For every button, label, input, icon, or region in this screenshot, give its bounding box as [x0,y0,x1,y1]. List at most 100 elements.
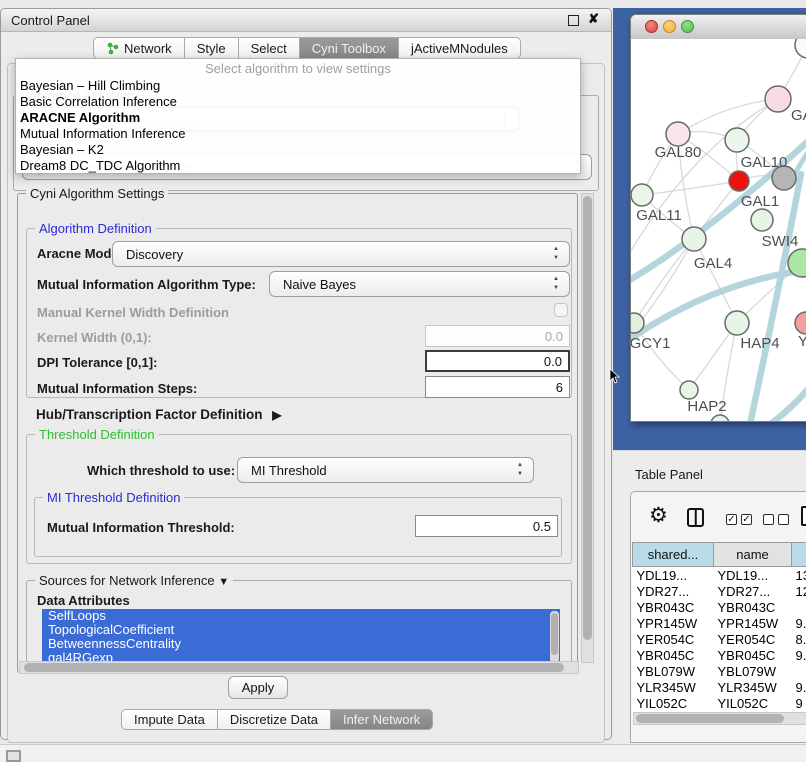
mi-steps-field[interactable]: 6 [425,376,570,398]
float-window-icon[interactable] [568,15,579,26]
minimize-traffic-light-icon[interactable] [663,20,676,33]
settings-horizontal-scrollbar[interactable] [19,661,579,674]
cell[interactable]: YDL19... [714,567,792,584]
cell[interactable]: 9. [792,615,806,631]
cell[interactable]: YBR045C [714,647,792,663]
cell[interactable]: 13 [792,567,806,584]
cell[interactable] [792,599,806,615]
node-gal80[interactable] [666,122,690,146]
checked-checkbox-icon[interactable]: ✓ [726,514,737,525]
dropdown-item-bayesian-hill-climbing[interactable]: Bayesian – Hill Climbing [16,78,580,94]
table-row[interactable]: YDR27...YDR27...12 [633,583,806,599]
table-row[interactable]: YER054CYER054C8. [633,631,806,647]
node-bottom-clipped[interactable] [711,415,729,422]
close-traffic-light-icon[interactable] [645,20,658,33]
node-hap2[interactable] [680,381,698,399]
table-horizontal-scrollbar[interactable] [633,712,806,725]
cell[interactable]: YDL19... [633,567,714,584]
attribute-list-scrollbar[interactable] [550,611,559,663]
dropdown-item-dream8[interactable]: Dream8 DC_TDC Algorithm [16,158,580,174]
table-row[interactable]: YBR043CYBR043C [633,599,806,615]
node-hap4[interactable] [725,311,749,335]
tab-impute-data[interactable]: Impute Data [121,709,218,730]
zoom-traffic-light-icon[interactable] [681,20,694,33]
apply-button[interactable]: Apply [228,676,288,699]
list-item-selfloops[interactable]: SelfLoops [42,609,560,623]
node-gal11[interactable] [631,184,653,206]
settings-horizontal-scroll-thumb[interactable] [24,663,564,672]
cell[interactable]: 9. [792,647,806,663]
table-row[interactable]: YBL079WYBL079W [633,663,806,679]
tab-network[interactable]: Network [93,37,185,59]
dpi-tolerance-field[interactable]: 0.0 [425,350,570,372]
cell[interactable]: YDR27... [714,583,792,599]
manual-kernel-width-checkbox[interactable] [554,303,568,317]
columns-icon[interactable] [687,508,704,527]
cell[interactable]: 8. [792,631,806,647]
dropdown-item-basic-correlation[interactable]: Basic Correlation Inference [16,94,580,110]
table-row[interactable]: YLR345WYLR345W9. [633,679,806,695]
table-row[interactable]: YPR145WYPR145W9. [633,615,806,631]
column-header-shared-name[interactable]: shared... [633,543,714,567]
table-row[interactable]: YDL19...YDL19...13 [633,567,806,584]
cell[interactable]: YBL079W [714,663,792,679]
dropdown-item-aracne[interactable]: ARACNE Algorithm [16,110,580,126]
node-gal10[interactable] [725,128,749,152]
settings-vertical-scrollbar[interactable] [581,193,594,663]
cell[interactable]: YBR043C [714,599,792,615]
mi-threshold-field[interactable]: 0.5 [415,515,558,537]
node-salmon[interactable] [795,312,806,334]
network-canvas[interactable]: GAL GAL80 GAL10 GAL1 GAL11 SWI4 GAL4 GCY… [631,39,806,421]
node-gal-clipped[interactable] [765,86,791,112]
collapse-down-arrow-icon[interactable]: ▼ [218,576,229,588]
cell[interactable]: YER054C [714,631,792,647]
cell[interactable]: YER054C [633,631,714,647]
cell[interactable]: YBR043C [633,599,714,615]
cell[interactable]: YLR345W [633,679,714,695]
tab-jactivemnodules[interactable]: jActiveMNodules [399,37,521,59]
mi-algorithm-type-combo[interactable]: Naive Bayes ▲▼ [269,271,570,297]
unchecked-checkbox-icon[interactable] [778,514,789,525]
document-icon[interactable] [801,506,806,526]
cell[interactable]: YLR345W [714,679,792,695]
checked-checkbox-icon[interactable]: ✓ [741,514,752,525]
cell[interactable]: YBR045C [633,647,714,663]
column-header-clipped[interactable] [792,543,806,567]
node-below-gal1[interactable] [751,209,773,231]
table-horizontal-scroll-thumb[interactable] [636,714,784,723]
tab-discretize-data[interactable]: Discretize Data [218,709,331,730]
unchecked-checkbox-icon[interactable] [763,514,774,525]
list-item-topologicalcoefficient[interactable]: TopologicalCoefficient [42,623,560,637]
dropdown-item-mutual-information[interactable]: Mutual Information Inference [16,126,580,142]
node-attribute-table[interactable]: shared... name YDL19...YDL19...13 YDR27.… [632,542,806,719]
node-gal1-selected[interactable] [729,171,749,191]
table-row[interactable]: YBR045CYBR045C9. [633,647,806,663]
aracne-mode-combo[interactable]: Discovery ▲▼ [112,241,570,267]
cell[interactable]: YPR145W [714,615,792,631]
gear-icon[interactable]: ⚙ [649,506,668,526]
which-threshold-combo[interactable]: MI Threshold ▲▼ [237,457,534,483]
data-attributes-list[interactable]: SelfLoops TopologicalCoefficient Between… [42,609,560,666]
tab-select[interactable]: Select [239,37,300,59]
cell[interactable]: 12 [792,583,806,599]
tab-style[interactable]: Style [185,37,239,59]
tab-infer-network[interactable]: Infer Network [331,709,433,730]
list-item-betweennesscentrality[interactable]: BetweennessCentrality [42,637,560,651]
column-header-name[interactable]: name [714,543,792,567]
hub-tf-definition-label[interactable]: Hub/Transcription Factor Definition ▶ [36,407,282,422]
close-icon[interactable]: ✘ [588,11,599,27]
node-gal4[interactable] [682,227,706,251]
cell[interactable]: YPR145W [633,615,714,631]
dock-panel-icon[interactable] [6,750,21,762]
node-unlabeled-top[interactable] [795,39,806,58]
cell[interactable] [792,663,806,679]
node-gcy1[interactable] [631,313,644,333]
attribute-list-scroll-thumb[interactable] [551,613,558,655]
dropdown-item-bayesian-k2[interactable]: Bayesian – K2 [16,142,580,158]
tab-cyni-toolbox[interactable]: Cyni Toolbox [300,37,399,59]
settings-vertical-scroll-thumb[interactable] [583,196,592,640]
expand-right-arrow-icon[interactable]: ▶ [272,408,281,422]
cell[interactable]: YDR27... [633,583,714,599]
cell[interactable]: YBL079W [633,663,714,679]
cell[interactable]: 9. [792,679,806,695]
